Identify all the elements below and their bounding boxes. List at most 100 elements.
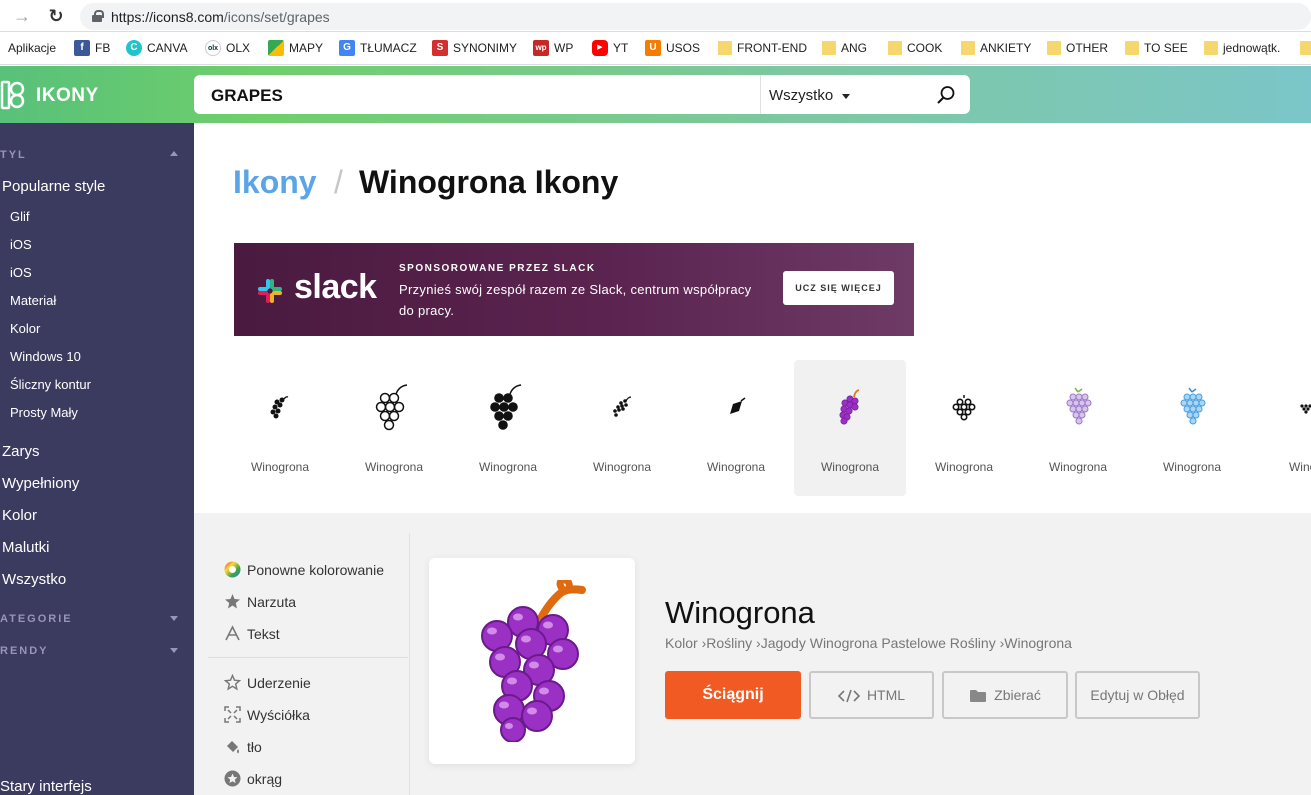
option-text[interactable]: Tekst <box>224 625 280 642</box>
icon-result-label: Winogrona <box>706 460 766 474</box>
search-input[interactable]: GRAPES <box>211 86 283 106</box>
expand-arrow-icon[interactable] <box>170 648 178 653</box>
bookmark-to-see[interactable]: TO SEE <box>1125 40 1188 57</box>
bookmark-canva[interactable]: C CANVA <box>126 40 187 57</box>
ad-text: Przynieś swój zespół razem ze Slack, cen… <box>399 282 752 318</box>
bookmark-front-end[interactable]: FRONT-END <box>718 40 807 57</box>
icon-result-7[interactable]: Winogrona <box>908 360 1020 496</box>
icon-result-label: Winogrona <box>364 460 424 474</box>
icon-result-8[interactable]: Winogrona <box>1022 360 1134 496</box>
detail-breadcrumb[interactable]: Kolor ›Rośliny ›Jagody Winogrona Pastelo… <box>665 635 1072 651</box>
option-stroke[interactable]: Uderzenie <box>224 674 311 691</box>
bookmark-olx[interactable]: olx OLX <box>205 40 250 57</box>
icon-result-2[interactable]: Winogrona <box>338 360 450 496</box>
bookmark-ankiety[interactable]: ANKIETY <box>961 40 1031 57</box>
grapes-color-icon <box>839 389 860 425</box>
bookmark-apps[interactable]: Aplikacje <box>8 40 56 57</box>
sidebar-popular-styles[interactable]: Popularne style <box>2 178 105 195</box>
youtube-icon: ▶ <box>592 40 608 56</box>
sidebar-item-wypelniony[interactable]: Wypełniony <box>2 475 79 492</box>
bookmark-tlumacz[interactable]: G TŁUMACZ <box>339 40 417 57</box>
icon-result-3[interactable]: Winogrona <box>452 360 564 496</box>
icon-preview <box>429 558 635 764</box>
option-padding[interactable]: Wyściółka <box>224 706 310 723</box>
folder-icon <box>1300 41 1311 55</box>
bookmark-usos[interactable]: U USOS <box>645 40 700 57</box>
sidebar-item-glif[interactable]: Glif <box>10 209 30 224</box>
bookmark-wp[interactable]: wp WP <box>533 40 573 57</box>
caret-down-icon[interactable] <box>842 94 850 99</box>
slack-ad-banner[interactable]: slack SPONSOROWANE PRZEZ SLACK Przynieś … <box>234 243 914 336</box>
sidebar: TYL Popularne style Glif iOS iOS Materia… <box>0 123 194 795</box>
padding-icon <box>224 706 241 723</box>
edit-in-tool-button[interactable]: Edytuj w Obłęd <box>1075 671 1200 719</box>
sidebar-item-kolor-cat[interactable]: Kolor <box>2 507 37 524</box>
url-text: https://icons8.com/icons/set/grapes <box>111 9 330 25</box>
html-button[interactable]: HTML <box>809 671 934 719</box>
icon-result-6-selected[interactable]: Winogrona <box>794 360 906 496</box>
sidebar-section-styl[interactable]: TYL <box>0 149 27 161</box>
collect-button[interactable]: Zbierać <box>942 671 1068 719</box>
sidebar-item-kolor[interactable]: Kolor <box>10 321 40 336</box>
sidebar-item-ios[interactable]: iOS <box>10 237 32 252</box>
sidebar-item-prosty-maly[interactable]: Prosty Mały <box>10 405 78 420</box>
expand-arrow-icon[interactable] <box>170 616 178 621</box>
olx-icon: olx <box>205 40 221 56</box>
sidebar-item-material[interactable]: Materiał <box>10 293 56 308</box>
bookmark-jednowatk[interactable]: jednowątk. <box>1204 40 1280 57</box>
option-circle[interactable]: okrąg <box>224 770 282 787</box>
bookmark-synonimy[interactable]: S SYNONIMY <box>432 40 517 57</box>
sidebar-item-malutki[interactable]: Malutki <box>2 539 50 556</box>
sidebar-item-ios-2[interactable]: iOS <box>10 265 32 280</box>
grapes-pastel-purple-icon <box>1066 387 1092 425</box>
ad-learn-more-button[interactable]: UCZ SIĘ WIĘCEJ <box>783 271 894 305</box>
icon-result-label: Winogrona <box>250 460 310 474</box>
url-field[interactable]: https://icons8.com/icons/set/grapes <box>80 3 1311 30</box>
collapse-arrow-icon[interactable] <box>170 151 178 156</box>
option-background[interactable]: tło <box>224 738 262 755</box>
sidebar-section-trendy[interactable]: RENDY <box>0 645 49 657</box>
logo-text[interactable]: IKONY <box>36 85 99 107</box>
search-icon[interactable] <box>936 85 956 105</box>
sidebar-item-wszystko[interactable]: Wszystko <box>2 571 66 588</box>
sidebar-old-interface[interactable]: Stary interfejs <box>0 778 92 795</box>
icon-result-10[interactable]: Winog <box>1250 360 1311 496</box>
icon-result-9[interactable]: Winogrona <box>1136 360 1248 496</box>
bookmark-ang[interactable]: ANG <box>822 40 867 57</box>
icon-result-1[interactable]: Winogrona <box>224 360 336 496</box>
folder-icon <box>1125 41 1139 55</box>
bookmark-mapy[interactable]: MAPY <box>268 40 323 57</box>
bookmark-other[interactable]: OTHER <box>1047 40 1108 57</box>
icon-results-row: Winogrona Winogrona Winogrona Winogrona <box>224 360 1311 497</box>
download-button[interactable]: Ściągnij <box>665 671 801 719</box>
reload-icon[interactable]: ↻ <box>46 6 66 26</box>
icon-result-5[interactable]: Winogrona <box>680 360 792 496</box>
sidebar-item-zarys[interactable]: Zarys <box>2 443 40 460</box>
folder-icon <box>961 41 975 55</box>
sidebar-item-windows-10[interactable]: Windows 10 <box>10 349 81 364</box>
option-recolor[interactable]: Ponowne kolorowanie <box>224 561 384 578</box>
breadcrumb-ikony[interactable]: Ikony <box>233 164 317 201</box>
forward-arrow-icon[interactable]: → <box>12 6 32 26</box>
grapes-outline-icon <box>375 384 408 431</box>
bookmark-more[interactable] <box>1300 40 1311 57</box>
icon-result-4[interactable]: Winogrona <box>566 360 678 496</box>
grapes-filled-icon <box>490 384 522 430</box>
folder-icon <box>970 690 987 702</box>
sidebar-section-kategorie[interactable]: ATEGORIE <box>0 613 73 625</box>
sidebar-item-sliczny-kontur[interactable]: Śliczny kontur <box>10 377 91 392</box>
bookmark-fb[interactable]: f FB <box>74 40 110 57</box>
grapes-slanted-icon <box>730 397 746 414</box>
synonyms-icon: S <box>432 40 448 56</box>
recolor-icon <box>224 561 241 578</box>
bookmark-cook[interactable]: COOK <box>888 40 942 57</box>
bookmark-yt[interactable]: ▶ YT <box>592 40 628 57</box>
slack-logo-icon <box>258 279 282 303</box>
search-scope-dropdown[interactable]: Wszystko <box>769 87 833 104</box>
text-icon <box>225 625 240 641</box>
icon-result-label: Winogrona <box>478 460 538 474</box>
icons8-logo-icon[interactable] <box>0 80 30 110</box>
icon-result-label: Winogrona <box>820 460 880 474</box>
option-overlay[interactable]: Narzuta <box>224 593 296 610</box>
grapes-pastel-blue-icon <box>1180 387 1206 425</box>
